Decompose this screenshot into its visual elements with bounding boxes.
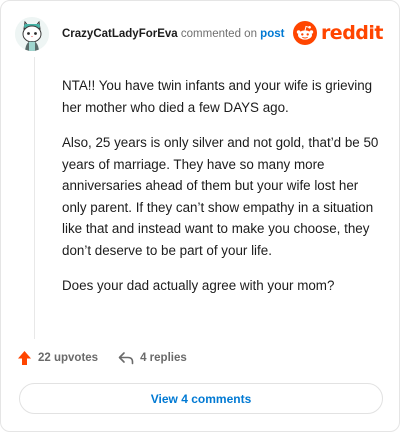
avatar[interactable] <box>15 17 49 51</box>
comment-paragraph: Does your dad actually agree with your m… <box>62 278 335 293</box>
comment-meta: CrazyCatLadyForEva commented on post <box>62 28 284 40</box>
reddit-logo[interactable]: reddit <box>292 21 384 45</box>
avatar-cat-icon <box>15 17 49 51</box>
post-link[interactable]: post <box>260 28 284 40</box>
comment-body: NTA!! You have twin infants and your wif… <box>62 75 382 311</box>
comment-header: CrazyCatLadyForEva commented on post red… <box>15 17 385 51</box>
reply-arrow-icon <box>118 352 134 365</box>
reddit-logo-icon <box>292 21 317 45</box>
comment-paragraph: NTA!! You have twin infants and your wif… <box>62 78 373 115</box>
replies-button[interactable]: 4 replies <box>118 351 187 365</box>
upvote-button[interactable]: 22 upvotes <box>17 350 98 366</box>
username-link[interactable]: CrazyCatLadyForEva <box>62 28 178 40</box>
view-comments-button[interactable]: View 4 comments <box>19 383 383 414</box>
reddit-wordmark: reddit <box>320 22 384 44</box>
upvote-arrow-icon <box>18 351 31 365</box>
upvote-count: 22 upvotes <box>38 352 99 364</box>
thread-line <box>34 57 35 339</box>
comment-card: CrazyCatLadyForEva commented on post red… <box>0 0 400 432</box>
comment-actions: 22 upvotes 4 replies <box>17 348 187 368</box>
commented-on-text: commented on <box>180 28 257 40</box>
replies-count: 4 replies <box>140 352 187 364</box>
comment-paragraph: Also, 25 years is only silver and not go… <box>62 135 379 258</box>
